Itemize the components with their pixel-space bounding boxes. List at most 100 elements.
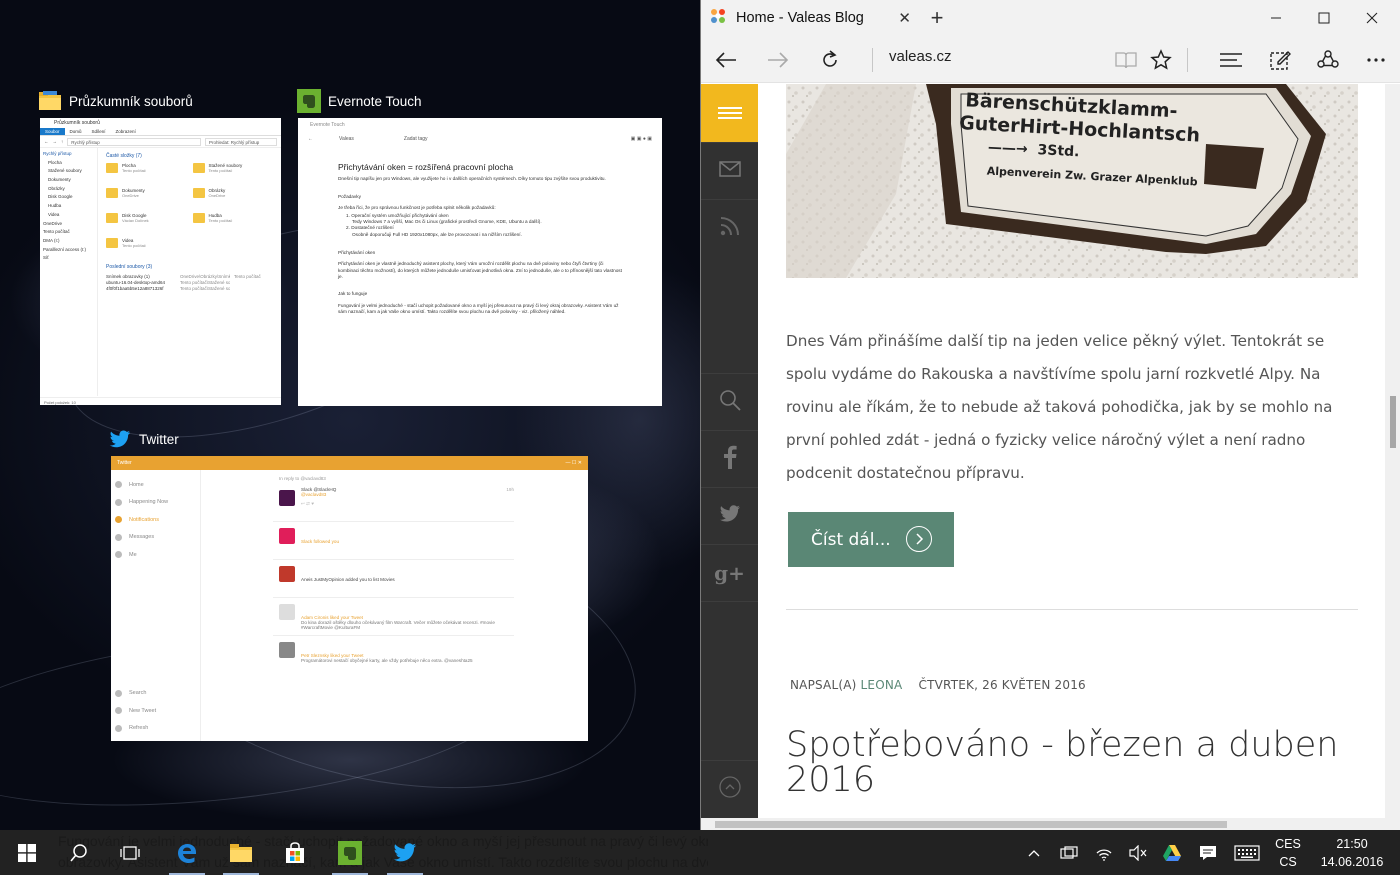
back-icon: ←	[308, 136, 313, 142]
menu-button[interactable]	[701, 84, 758, 142]
explorer-thumbnail[interactable]: Průzkumník souborů Soubor Domů Sdílení Z…	[40, 118, 281, 405]
volume-muted-icon[interactable]	[1124, 830, 1152, 875]
scroll-top-button[interactable]	[701, 761, 758, 818]
snap-tile-twitter-title[interactable]: Twitter	[108, 427, 179, 451]
tags-label: Zadat tagy	[403, 136, 428, 142]
evernote-taskbar-button[interactable]	[326, 830, 374, 875]
twitter-thumbnail[interactable]: Twitter — ☐ ✕ Home Happening Now Notifica…	[111, 456, 588, 741]
store-taskbar-button[interactable]	[271, 830, 319, 875]
horizontal-scrollbar[interactable]	[701, 818, 1400, 830]
nav-item-home: Home	[115, 476, 196, 494]
snap-tile-explorer-title[interactable]: Průzkumník souborů	[38, 89, 193, 113]
nav-item: OneDrive	[43, 220, 63, 226]
note-subheading: Jak to funguje	[338, 291, 368, 297]
folder-icon	[106, 213, 118, 223]
ribbon-tab: Sdílení	[91, 129, 106, 134]
note-toolbar: ← Valeas Zadat tagy ▣ ▣ ● ▣	[308, 136, 652, 142]
note-subheading: Požadavky	[338, 193, 361, 199]
evernote-icon	[338, 840, 362, 865]
input-language-indicator[interactable]: CES CS	[1270, 835, 1306, 871]
tray-app-icon[interactable]	[1055, 830, 1083, 875]
rss-icon	[719, 215, 741, 242]
hub-icon[interactable]	[1216, 45, 1246, 75]
ribbon-tab: Zobrazení	[115, 129, 136, 134]
forward-button[interactable]	[763, 45, 793, 75]
refresh-button[interactable]	[815, 45, 845, 75]
snap-tile-evernote-title[interactable]: Evernote Touch	[297, 89, 422, 113]
share-icon[interactable]	[1313, 45, 1343, 75]
author-link[interactable]: LEONA	[861, 678, 903, 692]
avatar	[279, 604, 295, 620]
address-bar[interactable]: valeas.cz	[889, 48, 952, 65]
nav-item-new-tweet: New Tweet	[115, 702, 156, 720]
folder-item: Disk Google Václav Dolínek	[106, 213, 187, 233]
recent-file: 4f0f0f1baa5b5e12a8871326f Tento počítač\S…	[106, 286, 230, 291]
scrollbar-thumb[interactable]	[715, 821, 1227, 828]
article-divider	[786, 609, 1358, 610]
more-options-icon[interactable]	[1361, 45, 1391, 75]
maximize-button[interactable]	[1301, 0, 1347, 36]
snap-tile-label: Evernote Touch	[328, 93, 422, 109]
file-explorer-taskbar-button[interactable]	[217, 830, 265, 875]
folder-icon	[106, 238, 118, 248]
touch-keyboard-icon[interactable]	[1230, 830, 1264, 875]
section-header: Časté složky (7)	[106, 153, 142, 159]
mail-icon	[718, 160, 741, 182]
wifi-icon[interactable]	[1090, 830, 1118, 875]
minimize-button[interactable]	[1253, 0, 1299, 36]
nav-item: Síť	[43, 255, 49, 261]
vertical-scrollbar[interactable]	[1385, 84, 1400, 818]
notification-item: Adam Cironis liked your Tweet Do kina do…	[273, 598, 514, 636]
folder-item: Stažené soubory Tento počítač	[192, 163, 274, 183]
folder-grid: Plocha Tento počítač Stažené soubory Tento…	[106, 163, 273, 258]
show-hidden-icons-button[interactable]	[1020, 830, 1048, 875]
edge-icon	[178, 843, 196, 863]
edge-taskbar-button[interactable]	[163, 830, 211, 875]
search-button[interactable]	[701, 373, 758, 430]
browser-tab[interactable]: Home - Valeas Blog ✕	[701, 0, 919, 36]
facebook-icon	[723, 445, 737, 474]
article-hero-image: Bärenschützklamm- GuterHirt-Hochlantsch …	[786, 84, 1358, 278]
post-title[interactable]: Spotřebováno - březen a duben 2016	[786, 728, 1356, 798]
status-bar: Počet položek: 10	[40, 397, 281, 405]
search-icon	[719, 389, 741, 416]
new-tab-button[interactable]: +	[919, 5, 955, 31]
google-plus-button[interactable]: g+	[701, 544, 758, 601]
task-view-button[interactable]	[106, 830, 154, 875]
action-center-icon[interactable]	[1194, 830, 1222, 875]
reading-view-icon[interactable]	[1111, 45, 1141, 75]
read-more-button[interactable]: Číst dál...	[788, 512, 954, 567]
evernote-thumbnail[interactable]: Evernote Touch ← Valeas Zadat tagy ▣ ▣ ●…	[298, 118, 662, 406]
mail-button[interactable]	[701, 142, 758, 199]
notebook-label: Valeas	[339, 136, 354, 142]
twitter-icon	[719, 504, 741, 528]
clock-date: 14.06.2016	[1320, 855, 1384, 869]
web-note-icon[interactable]	[1265, 45, 1295, 75]
search-button[interactable]	[55, 830, 103, 875]
folder-item: Dokumenty OneDrive	[106, 188, 187, 208]
twitter-taskbar-button[interactable]	[381, 830, 429, 875]
note-paragraph: Přichytávání oken je vlastně jednoduchý …	[338, 261, 622, 279]
twitter-button[interactable]	[701, 487, 758, 544]
favorite-star-icon[interactable]	[1146, 45, 1176, 75]
google-drive-icon[interactable]	[1158, 830, 1186, 875]
rss-button[interactable]	[701, 199, 758, 256]
recent-files: Snímek obrazovky (1) OneDrive\Obrázky\Sní…	[106, 274, 273, 292]
start-button[interactable]	[3, 830, 51, 875]
close-window-button[interactable]	[1349, 0, 1395, 36]
avatar	[279, 528, 295, 544]
close-tab-icon[interactable]: ✕	[898, 9, 911, 27]
avatar	[279, 566, 295, 582]
chevron-up-icon	[1028, 849, 1040, 856]
nav-item-messages: Messages	[115, 529, 196, 547]
joomla-favicon-icon	[709, 7, 727, 29]
edge-window: Home - Valeas Blog ✕ + valeas.cz g+ Bäre…	[700, 0, 1400, 830]
clock[interactable]: 21:50 14.06.2016	[1314, 835, 1390, 871]
reply-to-label: In reply to @vaclavd83	[279, 476, 326, 481]
chevron-right-icon	[906, 526, 932, 552]
scrollbar-thumb[interactable]	[1390, 396, 1396, 448]
back-button[interactable]	[711, 45, 741, 75]
google-plus-icon: g+	[714, 561, 745, 585]
facebook-button[interactable]	[701, 430, 758, 487]
address-field: Rychlý přístup	[67, 137, 201, 146]
